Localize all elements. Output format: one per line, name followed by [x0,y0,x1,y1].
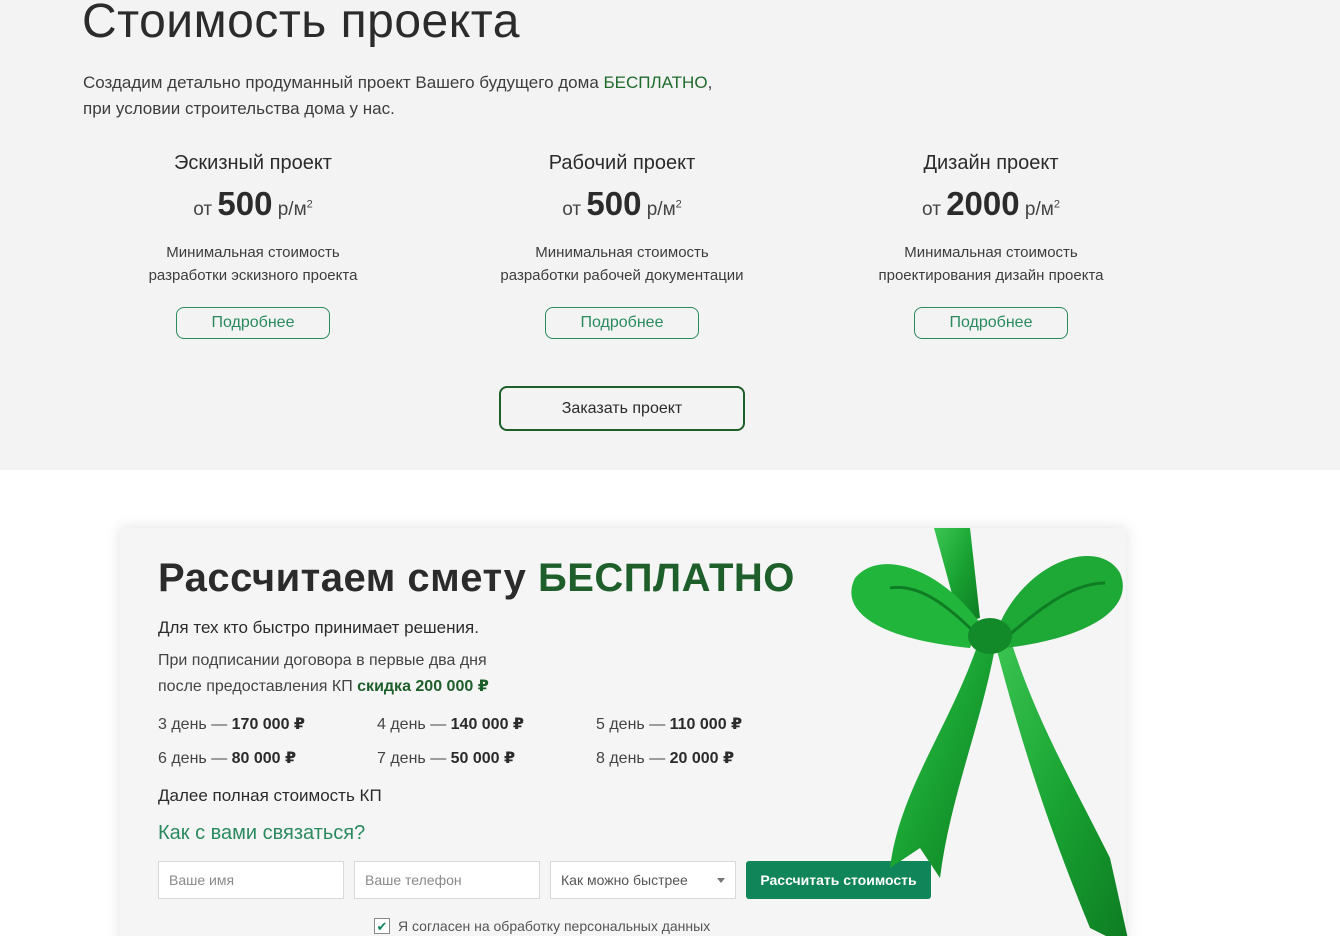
consent-checkbox-row[interactable]: ✔ Я согласен на обработку персональных д… [374,918,710,934]
day-label: 8 день — [596,750,670,767]
plan-desc-line1: Минимальная стоимость [166,244,340,261]
plan-desc-line2: проектирования дизайн проекта [878,267,1104,284]
details-button-design[interactable]: Подробнее [914,307,1068,339]
promo-text-line1: При подписании договора в первые два дня [158,652,487,669]
contact-time-select[interactable]: Как можно быстрее [550,861,736,899]
order-project-button[interactable]: Заказать проект [499,386,745,431]
gift-ribbon-bow-icon [851,528,1128,936]
discount-amount: скидка 200 000 ₽ [357,678,489,695]
full-price-note: Далее полная стоимость КП [158,786,382,805]
intro-line1: Создадим детально продуманный проект Ваш… [83,73,604,92]
promo-title: Рассчитаем смету БЕСПЛАТНО [158,556,795,601]
estimate-form: Как можно быстрее Рассчитать стоимость [158,861,931,899]
plan-card-design: Дизайн проект от 2000 р/м2 Минимальная с… [821,152,1161,339]
consent-checkbox[interactable]: ✔ [374,918,390,934]
price-value: 500 [217,185,273,222]
consent-label: Я согласен на обработку персональных дан… [398,918,711,934]
day-amount: 80 000 ₽ [231,750,297,767]
plan-price: от 500 р/м2 [452,185,792,223]
name-input[interactable] [158,861,344,899]
day-label: 5 день — [596,716,670,733]
day-label: 4 день — [377,716,451,733]
price-value: 2000 [946,185,1020,222]
day-amount: 140 000 ₽ [450,716,525,733]
intro-line2: при условии строительства дома у нас. [83,99,395,118]
discount-schedule: 3 день — 170 000 ₽ 4 день — 140 000 ₽ 5 … [158,714,818,768]
day-label: 3 день — [158,716,232,733]
plan-price: от 500 р/м2 [83,185,423,223]
plan-description: Минимальная стоимость разработки эскизног… [83,241,423,287]
promo-subtitle: Для тех кто быстро принимает решения. [158,618,479,637]
plan-price: от 2000 р/м2 [821,185,1161,223]
discount-day-item: 4 день — 140 000 ₽ [377,714,596,734]
discount-day-item: 5 день — 110 000 ₽ [596,714,815,734]
price-unit-sup: 2 [306,198,313,211]
plan-name: Дизайн проект [923,152,1059,174]
pricing-section: Стоимость проекта Создадим детально прод… [0,0,1340,470]
price-prefix: от [562,199,582,220]
day-amount: 50 000 ₽ [450,750,516,767]
day-amount: 170 000 ₽ [231,716,306,733]
chevron-down-icon [717,877,725,883]
price-unit-sup: 2 [1053,198,1060,211]
plan-desc-line1: Минимальная стоимость [904,244,1078,261]
intro-text: Создадим детально продуманный проект Ваш… [83,70,783,122]
checkmark-icon: ✔ [376,918,388,934]
price-unit-sup: 2 [675,198,682,211]
day-label: 7 день — [377,750,451,767]
discount-day-item: 8 день — 20 000 ₽ [596,748,815,768]
plan-card-sketch: Эскизный проект от 500 р/м2 Минимальная … [83,152,423,339]
day-amount: 110 000 ₽ [669,716,743,733]
intro-line1-end: , [707,73,713,92]
plan-description: Минимальная стоимость проектирования диза… [821,241,1161,287]
price-prefix: от [922,199,941,220]
plan-desc-line2: разработки эскизного проекта [148,267,358,284]
plan-name: Эскизный проект [174,152,332,174]
details-button-working[interactable]: Подробнее [545,307,699,339]
contact-title: Как с вами связаться? [158,822,366,844]
price-prefix: от [193,199,213,220]
day-label: 6 день — [158,750,232,767]
plan-description: Минимальная стоимость разработки рабочей … [452,241,792,287]
plan-desc-line2: разработки рабочей документации [500,267,744,284]
promo-title-plain: Рассчитаем смету [158,556,538,600]
plan-desc-line1: Минимальная стоимость [535,244,709,261]
plan-card-working: Рабочий проект от 500 р/м2 Минимальная с… [452,152,792,339]
promo-text-line2: после предоставления КП [158,678,358,695]
details-button-sketch[interactable]: Подробнее [176,307,330,339]
intro-highlight: БЕСПЛАТНО [603,73,708,92]
promo-text: При подписании договора в первые два дня… [158,648,578,700]
price-unit: р/м [646,199,676,220]
discount-day-item: 3 день — 170 000 ₽ [158,714,377,734]
discount-day-item: 7 день — 50 000 ₽ [377,748,596,768]
select-value: Как можно быстрее [561,872,688,888]
page-title: Стоимость проекта [82,0,520,48]
price-value: 500 [586,185,642,222]
plan-name: Рабочий проект [548,152,696,174]
price-unit: р/м [1024,199,1054,220]
price-unit: р/м [277,199,307,220]
phone-input[interactable] [354,861,540,899]
discount-day-item: 6 день — 80 000 ₽ [158,748,377,768]
promo-title-highlight: БЕСПЛАТНО [537,556,795,600]
day-amount: 20 000 ₽ [669,750,735,767]
